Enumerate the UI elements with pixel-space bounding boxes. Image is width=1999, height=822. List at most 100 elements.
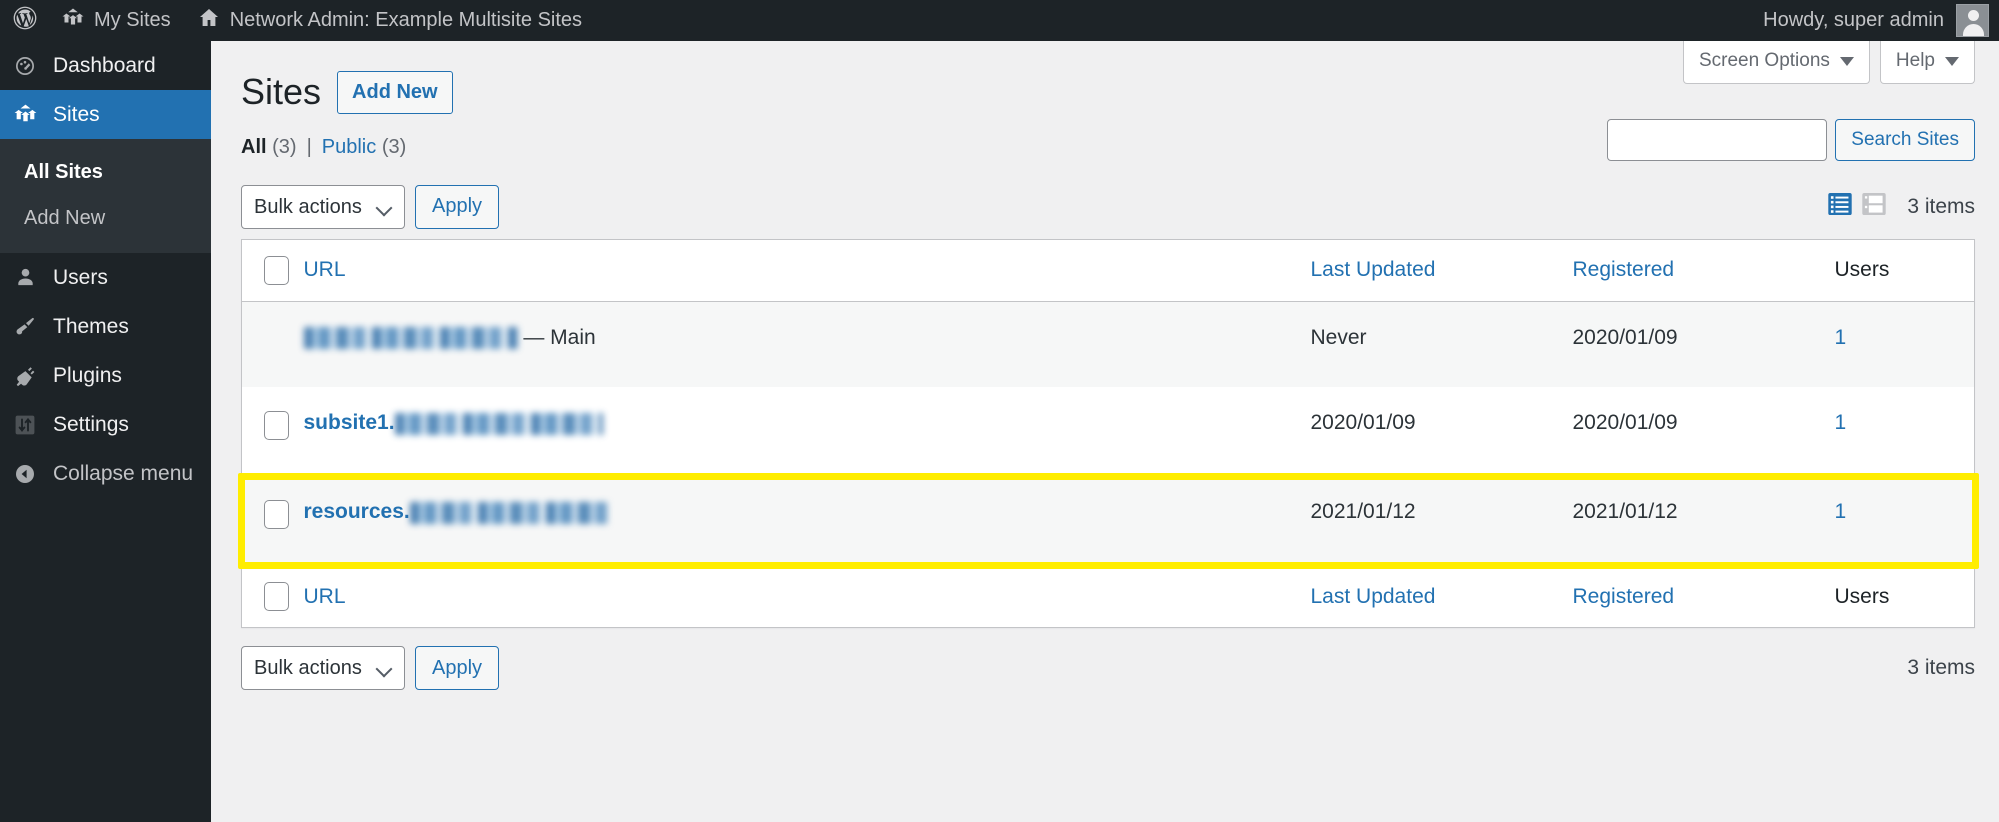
row-checkbox[interactable] [264,500,289,530]
row-checkbox-cell [242,387,304,476]
bulk-actions-select-wrapper: Bulk actions [241,184,405,229]
displaying-num-top: 3 items [1907,194,1975,218]
chevron-down-icon [1839,56,1854,66]
column-header-url[interactable]: URL [303,239,1311,302]
wordpress-logo-icon [12,5,38,37]
tablenav-bottom-right: 3 items [1899,656,1975,680]
help-button[interactable]: Help [1879,41,1975,84]
row-url-cell: resources. [304,476,1311,566]
column-header-last-updated[interactable]: Last Updated [1310,239,1573,302]
page-wrap: Sites Add New All (3) | Public (3) Searc… [211,41,1999,691]
filter-public[interactable]: Public (3) [322,136,407,159]
bulk-actions-select-wrapper-bottom: Bulk actions [241,646,405,691]
row-url-cell: subsite1. [304,387,1311,476]
filter-all[interactable]: All (3) [241,136,297,159]
howdy-label[interactable]: Howdy, super admin [1763,9,1944,32]
column-footer-url[interactable]: URL [303,565,1311,628]
tablenav-bottom: Bulk actions Apply 3 items [241,646,1975,691]
redacted-url-text [303,327,518,350]
displaying-num-bottom: 3 items [1907,656,1975,680]
my-sites-label: My Sites [94,9,171,31]
sidebar-item-label: Users [53,265,108,289]
network-admin-menu[interactable]: Network Admin: Example Multisite Sites [184,0,595,41]
row-registered: 2020/01/09 [1572,411,1678,435]
redacted-url-text [394,412,603,435]
list-view-icon[interactable] [1827,191,1853,222]
search-box: Search Sites [1607,119,1975,161]
table-body: — Main Never 2020/01/09 1 subsite1. 2020… [241,301,1975,566]
sidebar-item-label: Themes [53,314,129,338]
bulk-actions-select-bottom[interactable]: Bulk actions [241,646,405,691]
row-users-link[interactable]: 1 [1835,326,1847,349]
row-site-link[interactable]: resources. [304,500,410,523]
table-row: — Main Never 2020/01/09 1 [241,301,1975,388]
page-title: Sites [241,71,322,112]
add-new-site-button[interactable]: Add New [337,70,453,114]
row-registered: 2021/01/12 [1572,500,1678,524]
wordpress-logo-button[interactable] [0,0,48,41]
admin-bar: My Sites Network Admin: Example Multisit… [0,0,1999,41]
column-footer-registered[interactable]: Registered [1572,565,1835,628]
chevron-down-icon [1945,56,1959,66]
my-sites-menu[interactable]: My Sites [48,0,184,41]
apply-button-bottom[interactable]: Apply [415,646,500,691]
sidebar-item-users[interactable]: Users [0,253,211,302]
screen-options-label: Screen Options [1698,50,1830,71]
sidebar-item-all-sites[interactable]: All Sites [0,149,211,195]
sidebar-item-label: Sites [53,102,100,126]
filter-public-label[interactable]: Public [322,136,376,158]
tablenav-top: Bulk actions Apply 3 items [241,184,1975,229]
select-all-checkbox-footer[interactable] [264,582,289,612]
sidebar-item-settings[interactable]: Settings [0,400,211,449]
bulk-actions-select-top[interactable]: Bulk actions [241,184,405,229]
search-input[interactable] [1607,119,1828,161]
sidebar-submenu-sites: All Sites Add New [0,139,211,253]
row-site-link[interactable]: subsite1. [304,411,395,434]
row-registered: 2020/01/09 [1572,325,1678,349]
filter-all-count: (3) [272,135,297,158]
select-all-checkbox[interactable] [264,255,289,285]
row-last-updated: 2020/01/09 [1310,411,1416,435]
column-footer-last-updated[interactable]: Last Updated [1310,565,1573,628]
help-label: Help [1895,50,1935,71]
row-users-link[interactable]: 1 [1835,500,1847,523]
admin-bar-right: Howdy, super admin [1763,4,1999,37]
sidebar-item-label: Dashboard [53,53,156,77]
user-icon [12,265,38,291]
screen-options-button[interactable]: Screen Options [1682,41,1870,84]
excerpt-view-icon[interactable] [1861,191,1887,222]
apply-button-top[interactable]: Apply [415,184,500,229]
network-admin-label: Network Admin: Example Multisite Sites [229,9,583,31]
select-all-header [241,239,304,302]
filter-separator: | [306,135,312,158]
home-icon [197,6,221,36]
user-avatar-icon[interactable] [1956,4,1989,37]
row-users-link[interactable]: 1 [1835,411,1847,434]
column-header-registered[interactable]: Registered [1572,239,1835,302]
row-last-updated: 2021/01/12 [1310,500,1416,524]
row-users-cell: 1 [1835,301,1975,387]
collapse-menu-button[interactable]: Collapse menu [0,449,211,498]
table-footer-row: URL Last Updated Registered Users [241,565,1975,628]
select-all-footer [241,565,304,628]
dashboard-icon [12,53,38,79]
multisite-icon [12,102,38,128]
sidebar-item-plugins[interactable]: Plugins [0,351,211,400]
plug-icon [12,363,38,389]
sidebar-item-sites[interactable]: Sites [0,90,219,139]
tablenav-top-right: 3 items [1827,191,1975,222]
row-url-cell: — Main [303,301,1311,387]
sidebar-item-themes[interactable]: Themes [0,302,211,351]
main-site-suffix: — Main [523,325,596,349]
search-sites-button[interactable]: Search Sites [1835,119,1975,161]
sidebar-item-dashboard[interactable]: Dashboard [0,41,211,90]
row-checkbox[interactable] [264,411,289,441]
table-header-row: URL Last Updated Registered Users [241,239,1975,302]
view-switch [1827,191,1887,222]
table-head: URL Last Updated Registered Users [241,239,1975,302]
row-users-cell: 1 [1835,387,1975,476]
sidebar-item-add-new[interactable]: Add New [0,195,211,241]
row-last-updated: Never [1310,325,1367,349]
sidebar-item-label: Plugins [53,363,122,387]
row-checkbox-cell [242,476,304,566]
